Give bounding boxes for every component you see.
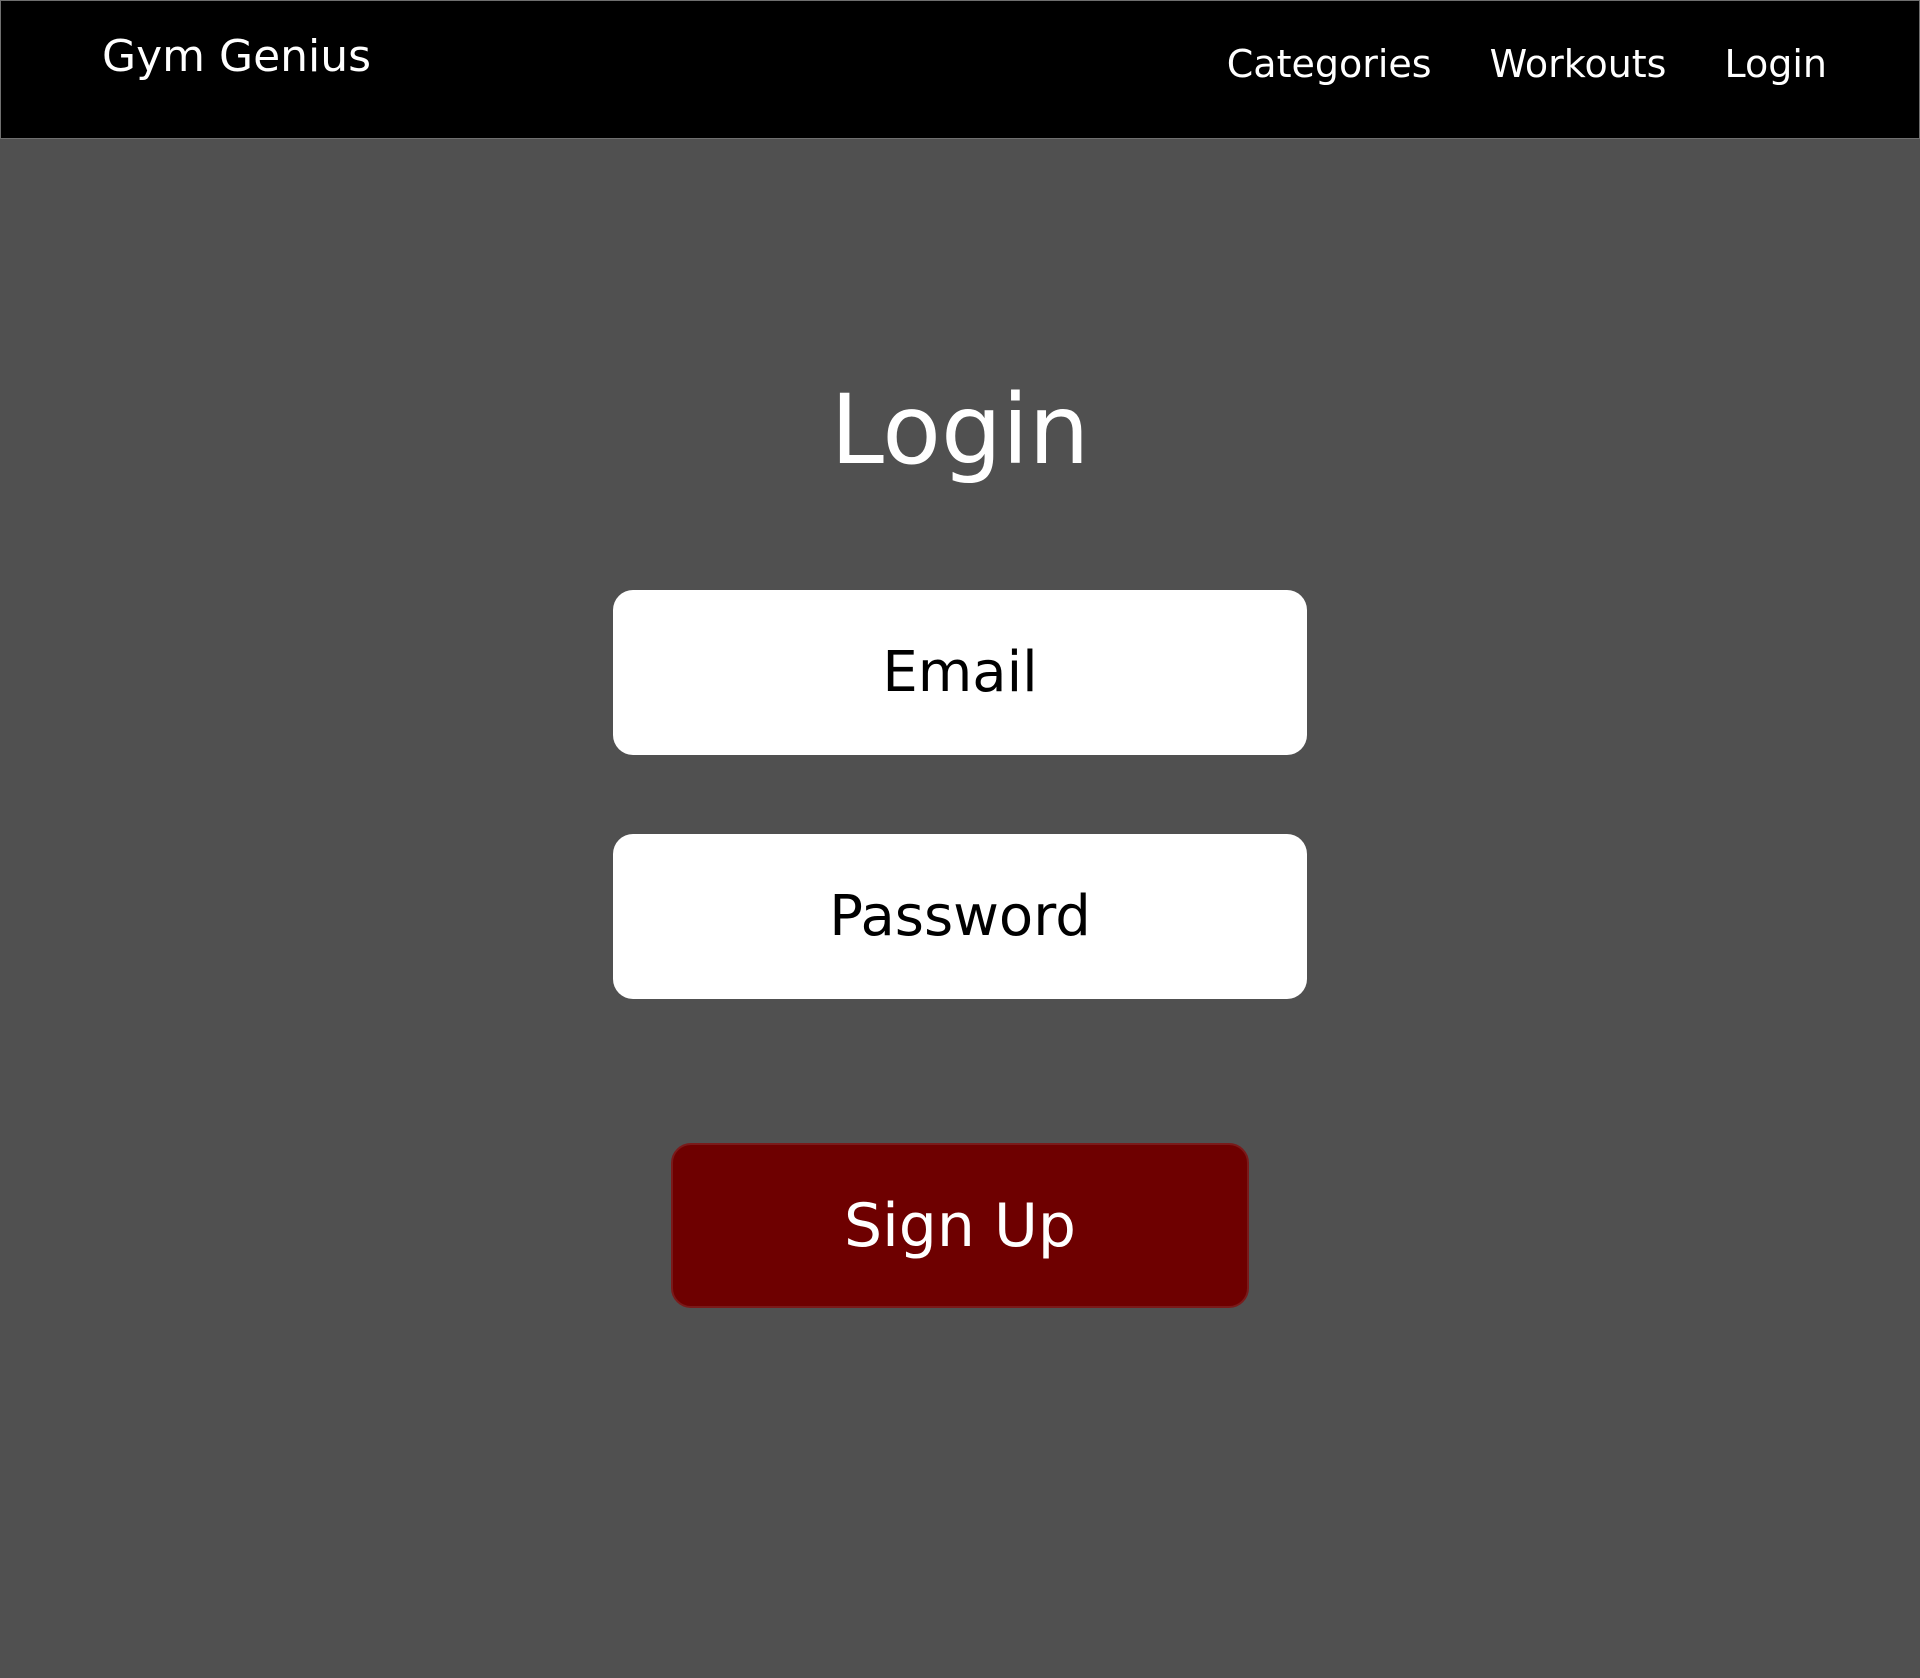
nav-link-workouts[interactable]: Workouts: [1490, 39, 1667, 89]
navbar: Gym Genius Categories Workouts Login: [0, 0, 1920, 139]
brand-link[interactable]: Gym Genius: [102, 29, 371, 85]
email-placeholder: Email: [882, 640, 1038, 705]
nav-link-categories[interactable]: Categories: [1227, 39, 1432, 89]
sign-up-button-label: Sign Up: [844, 1190, 1076, 1261]
nav-links: Categories Workouts Login: [1227, 39, 1827, 89]
password-field[interactable]: Password: [613, 834, 1307, 999]
page-title: Login: [830, 374, 1090, 486]
email-field[interactable]: Email: [613, 590, 1307, 755]
sign-up-button[interactable]: Sign Up: [671, 1143, 1249, 1308]
page: Gym Genius Categories Workouts Login Log…: [0, 0, 1920, 1678]
nav-link-login[interactable]: Login: [1724, 39, 1827, 89]
password-placeholder: Password: [829, 884, 1091, 949]
